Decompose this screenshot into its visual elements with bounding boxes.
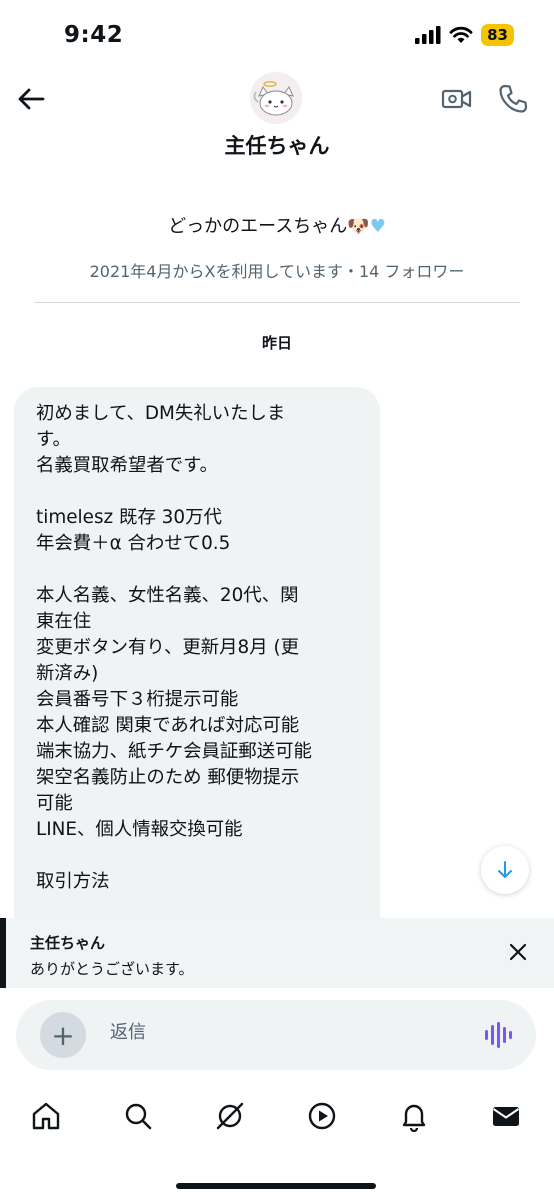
notification-text: ありがとうございます。 [30, 960, 194, 978]
message-line: 架空名義防止のため 郵便物提示 [36, 767, 300, 788]
notification-title: 主任ちゃん [30, 934, 106, 952]
angel-cat-avatar-icon [250, 72, 302, 124]
add-media-button[interactable]: + [40, 1012, 86, 1058]
arrow-down-icon [498, 861, 512, 878]
voice-waveform-icon [485, 1022, 512, 1048]
message-bubble[interactable]: 初めまして、DM失礼いたしま す。名義買取希望者です。 timelesz 既存 30… [14, 387, 380, 987]
tab-video[interactable] [304, 1098, 340, 1134]
tab-notifications[interactable] [396, 1098, 432, 1134]
message-line [36, 479, 366, 505]
message-line: 年会費＋α 合わせて0.5 [36, 533, 231, 554]
play-circle-icon [308, 1102, 336, 1130]
tab-grok[interactable] [212, 1098, 248, 1134]
back-arrow-icon [18, 88, 45, 110]
home-indicator [176, 1183, 376, 1189]
message-line: LINE、個人情報交換可能 [36, 819, 243, 840]
search-icon [125, 1103, 152, 1130]
signal-icon [415, 26, 441, 44]
blue-heart-emoji: ♥ [369, 216, 386, 237]
conversation-name: 主任ちゃん [224, 134, 330, 158]
message-line: 可能 [36, 793, 73, 814]
scroll-to-bottom-button[interactable] [481, 846, 529, 894]
grok-icon [216, 1102, 244, 1130]
message-text: 初めまして、DM失礼いたしま す。名義買取希望者です。 timelesz 既存 30… [36, 401, 366, 895]
dog-emoji: 🐶 [347, 216, 370, 237]
voice-call-button[interactable] [496, 82, 530, 116]
tab-home[interactable] [28, 1098, 64, 1134]
video-call-button[interactable] [440, 82, 474, 116]
message-line: 東在住 [36, 611, 92, 632]
message-line: す。 [36, 429, 71, 450]
status-time: 9:42 [64, 22, 124, 48]
home-icon [32, 1102, 60, 1130]
wifi-icon [449, 26, 473, 43]
tab-messages[interactable] [488, 1098, 524, 1134]
message-line: timelesz 既存 30万代 [36, 507, 222, 528]
message-line [36, 843, 366, 869]
message-line: 変更ボタン有り、更新月8月 (更 [36, 637, 300, 658]
message-line: 会員番号下３桁提示可能 [36, 689, 239, 710]
message-line: 本人確認 関東であれば対応可能 [36, 715, 300, 736]
message-line: 初めまして、DM失礼いたしま [36, 403, 286, 424]
battery-indicator: 83 [481, 24, 514, 46]
message-line [36, 557, 366, 583]
message-line: 取引方法 [36, 871, 110, 892]
message-line: 端末協力、紙チケ会員証郵送可能 [36, 741, 312, 762]
avatar[interactable] [250, 72, 302, 124]
video-camera-icon [441, 89, 472, 109]
message-line: 新済み) [36, 663, 99, 684]
reply-input[interactable] [110, 1022, 450, 1043]
tab-search[interactable] [120, 1098, 156, 1134]
bottom-tab-bar [0, 1084, 554, 1150]
date-separator: 昨日 [261, 334, 292, 352]
status-bar: 9:42 83 [0, 0, 554, 72]
profile-meta: 2021年4月からXを利用しています・14 フォロワー [89, 262, 465, 281]
phone-icon [499, 84, 528, 113]
message-line: 本人名義、女性名義、20代、関 [36, 585, 299, 606]
profile-display-name[interactable]: どっかのエースちゃん🐶♥ [0, 212, 554, 238]
divider [34, 302, 520, 303]
close-icon [509, 943, 527, 961]
notification-accent [0, 918, 6, 988]
conversation-header: 主任ちゃん [0, 72, 554, 168]
status-icons: 83 [415, 24, 514, 46]
bell-icon [402, 1104, 426, 1132]
profile-name-text: どっかのエースちゃん [168, 216, 348, 237]
voice-message-button[interactable] [482, 1018, 514, 1052]
envelope-icon [492, 1107, 520, 1126]
back-button[interactable] [14, 82, 48, 116]
message-composer: + [16, 1000, 536, 1070]
notification-close-button[interactable] [502, 936, 534, 968]
message-line: 名義買取希望者です。 [36, 455, 219, 476]
message-notification[interactable]: 主任ちゃん ありがとうございます。 [0, 918, 554, 988]
